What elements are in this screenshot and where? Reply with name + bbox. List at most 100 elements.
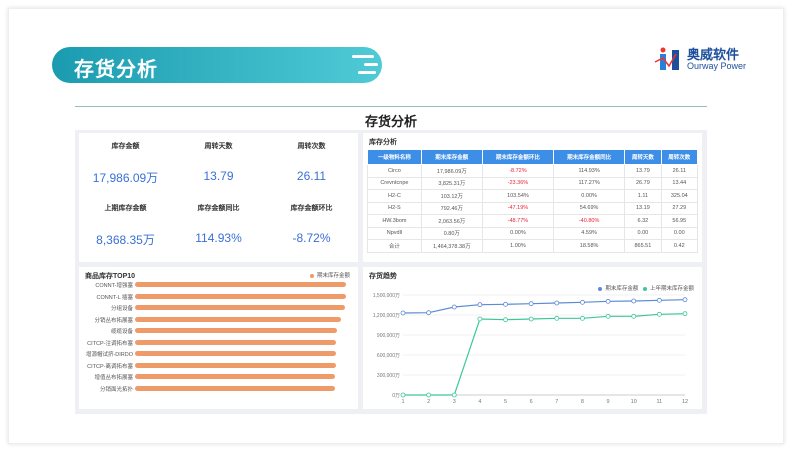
bar[interactable] [135,362,336,368]
data-point [656,311,662,317]
data-point [528,316,534,322]
bar[interactable] [135,316,341,322]
table-cell: 26.79 [624,176,662,190]
table-cell: Crevntcnpe [367,176,422,190]
bar-label: 分销丛布拓展塞 [94,317,133,324]
bar-row: 分组设备 [79,302,359,313]
table-cell: 4.59% [553,226,626,240]
column-header[interactable]: 一级物料名称 [367,149,422,165]
table-cell: 3,825.31万 [420,176,483,190]
table-cell: 54.69% [553,201,626,215]
y-tick-label: 300,000万 [377,373,400,379]
table-cell: 2,063.56万 [420,214,483,228]
data-point [605,313,611,319]
top10-card: 商品库存TOP10 期末库存金额 CONNT-增强塞 CONNT-L 插塞 分组设备… [79,267,358,409]
table-cell: H2-C [367,189,422,203]
banner-title: 存货分析 [74,59,158,81]
table-row: Crevntcnpe 3,825.31万 -23.36% 117.27% 26.79 13… [367,176,699,190]
table-cell: 114.93% [553,164,626,178]
banner-decoration [352,55,374,58]
data-point [503,301,508,307]
bar-label: 增源帽试挤-DIRDO [85,352,133,358]
dashboard: 存货分析 库存金额 17,986.09万 周转天数 13.79 周转次数 26.11 上期库… [75,104,707,414]
logo-subtitle: Ourway Power [687,60,747,71]
bar-row: 增源帽试挤-DIRDO [79,348,359,359]
kpi-label: 周转天数 [204,143,233,150]
table-cell: 325.04 [660,189,699,203]
bar[interactable] [135,293,346,299]
data-point [451,392,457,398]
data-point [503,317,508,323]
table-cell: 103.54% [481,189,555,203]
table-cell: 1.00% [481,239,555,253]
y-tick-label: 1,500,000万 [373,293,400,299]
bar[interactable] [135,282,346,287]
column-header[interactable]: 周转次数 [660,149,699,165]
column-header[interactable]: 周转天数 [624,149,662,165]
data-point [426,392,432,398]
bar[interactable] [135,339,337,345]
x-tick-label: 10 [631,399,637,405]
dashboard-title: 存货分析 [364,114,417,129]
kpi-card: 库存金额 17,986.09万 周转天数 13.79 周转次数 26.11 上期库存金额 8,… [79,133,358,262]
kpi-label: 上期库存金额 [104,205,147,212]
bar[interactable] [135,351,336,356]
bar-row: 分销面光拓扑 [79,383,359,394]
trend-chart: 0万 300,000万 600,000万 900,000万 1,200,000万 1,50… [373,293,688,405]
series-line [403,313,686,396]
y-tick-label: 1,200,000万 [373,313,400,319]
bar[interactable] [135,374,336,379]
x-tick-label: 12 [682,399,688,405]
table-row: Npvdll 0.80万 0.00% 4.59% 0.00 0.00 [367,226,699,240]
kpi-value: -8.72% [292,231,331,245]
table-cell: HW.3bom [367,214,422,228]
column-header[interactable]: 期末库存金额 [420,149,483,165]
table-cell: 792.46万 [420,201,483,215]
table-cell: 1.11 [624,189,662,203]
table-cell: 56.95 [660,214,699,228]
bar-label: CONNT-增强塞 [95,283,133,289]
bar-label: 分销面光拓扑 [99,386,133,393]
table-cell: 13.19 [624,201,662,215]
data-point [400,392,406,398]
top10-legend: 期末库存金额 [309,271,350,279]
table-cell: 0.00% [481,226,555,240]
table-cell: 0.00 [660,226,699,240]
column-header[interactable]: 期末库存金额同比 [553,149,626,165]
column-header[interactable]: 期末库存金额环比 [481,149,555,165]
table-cell: -40.80% [553,214,626,228]
table-cell: 26.11 [660,164,699,178]
x-tick-label: 2 [427,399,430,405]
kpi-value: 17,986.09万 [92,171,159,185]
bar[interactable] [135,305,345,310]
data-point [477,316,483,322]
bar-row: CITCP-注调拓布塞 [79,337,359,348]
bar-row: CITCP-离调拓布塞 [79,360,359,371]
table-cell: 0.42 [660,239,699,253]
table-cell: -47.19% [481,201,555,215]
table-cell: H2-S [367,201,422,215]
data-point [426,310,432,316]
bar-label: 缆缆设备 [110,329,133,335]
divider [75,106,707,107]
data-point [554,315,560,321]
x-tick-label: 7 [555,399,558,405]
table-row: H2-C 103.12万 103.54% 0.00% 1.11 325.04 [367,189,699,203]
table-title: 库存分析 [369,139,397,146]
banner-decoration [358,71,376,74]
table-cell: 1,464,378.38万 [420,239,483,253]
table-cell: -23.36% [481,176,555,190]
data-point [451,304,457,310]
kpi-item: 上期库存金额 8,368.35万 [79,203,172,248]
x-tick-label: 8 [581,399,584,405]
kpi-value: 114.93% [195,231,242,245]
bar-label: CONNT-L 插塞 [96,294,133,301]
table-cell: 18.58% [553,239,626,253]
bar-row: 分销丛布拓展塞 [79,314,359,325]
bar[interactable] [135,328,337,333]
bar[interactable] [135,385,336,391]
table-cell: 865.51 [624,239,662,253]
table-cell: Npvdll [367,226,422,240]
kpi-label: 周转次数 [297,143,326,150]
title-banner: 存货分析 [52,47,382,83]
